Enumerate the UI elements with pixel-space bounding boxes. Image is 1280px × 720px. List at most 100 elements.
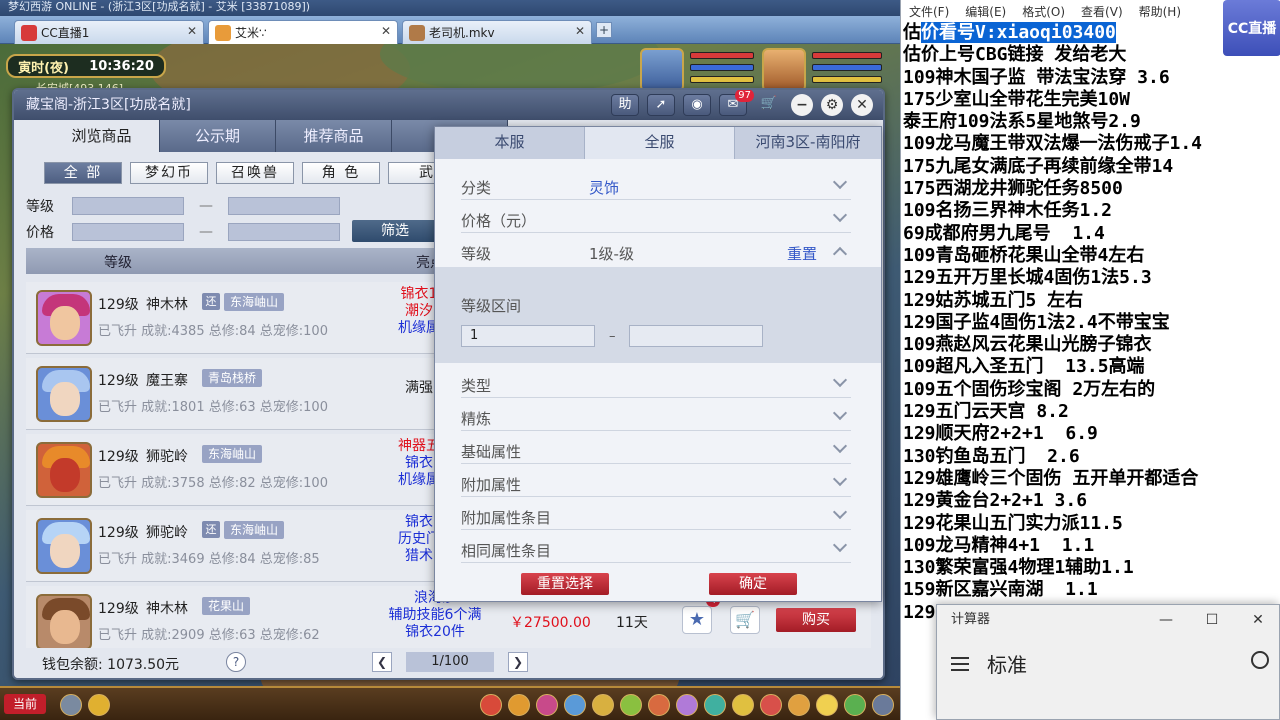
tab-browse[interactable]: 浏览商品 — [44, 120, 160, 152]
reset-selection-button[interactable]: 重置选择 — [521, 573, 609, 595]
category-pet[interactable]: 召唤兽 — [216, 162, 294, 184]
close-icon[interactable]: ✕ — [575, 24, 585, 38]
menu-icon[interactable] — [480, 694, 502, 716]
menu-icon[interactable] — [620, 694, 642, 716]
message-icon[interactable]: ✉ 97 — [719, 90, 754, 116]
filter-category[interactable]: 分类 灵饰 — [461, 167, 851, 200]
settings-icon[interactable]: ⚙ — [821, 94, 843, 116]
menu-icon[interactable] — [760, 694, 782, 716]
menu-icon[interactable] — [732, 694, 754, 716]
menu-icon[interactable] — [536, 694, 558, 716]
highlight-line: 辅助技能6个满 — [388, 607, 482, 623]
cart-icon[interactable]: 🛒 — [755, 94, 783, 116]
menu-icon[interactable] — [564, 694, 586, 716]
chevron-up-icon[interactable] — [832, 246, 848, 262]
next-page-icon[interactable]: ❯ — [508, 652, 528, 672]
filter-button[interactable]: 筛选 — [352, 220, 438, 242]
text-line: 130钓鱼岛五门 2.6 — [903, 445, 1080, 467]
category-currency[interactable]: 梦幻币 — [130, 162, 208, 184]
level-range-min-input[interactable]: 1 — [461, 325, 595, 347]
hamburger-menu-icon[interactable] — [951, 656, 969, 671]
favorite-star-icon[interactable]: ★ — [682, 606, 712, 634]
pet-portrait[interactable] — [640, 48, 684, 92]
player-portrait[interactable] — [762, 48, 806, 92]
price-min-input[interactable] — [72, 223, 184, 241]
filter-extra-attr[interactable]: 附加属性 — [461, 464, 851, 497]
prev-page-icon[interactable]: ❮ — [372, 652, 392, 672]
filter-extra-attr-count[interactable]: 附加属性条目 — [461, 497, 851, 530]
help-icon[interactable]: ? — [226, 652, 246, 672]
menu-edit[interactable]: 编辑(E) — [965, 0, 1006, 24]
buy-button[interactable]: 购买 — [776, 608, 856, 632]
minimize-icon[interactable]: — — [1143, 605, 1189, 635]
menu-icon[interactable] — [872, 694, 894, 716]
item-school: 狮驼岭 — [146, 449, 188, 465]
category-all[interactable]: 全 部 — [44, 162, 122, 184]
tab-video[interactable]: 老司机.mkv ✕ — [402, 20, 592, 44]
mp-bar — [690, 64, 754, 71]
add-tab-button[interactable]: + — [596, 22, 612, 38]
menu-format[interactable]: 格式(O) — [1022, 0, 1065, 24]
menu-help[interactable]: 帮助(H) — [1139, 0, 1181, 24]
tab-recommend[interactable]: 推荐商品 — [276, 120, 392, 152]
level-min-input[interactable] — [72, 197, 184, 215]
notepad-lines: 估价上号CBG链接 发给老大 109神木国子监 带法宝法穿 3.6 175少室山全带… — [903, 44, 1202, 624]
notepad-text[interactable]: 估价看号V:xiaoqi03400 估价上号CBG链接 发给老大 109神木国子监 … — [903, 22, 1202, 624]
tab-all-servers[interactable]: 全服 — [585, 127, 735, 159]
close-icon[interactable]: ✕ — [851, 94, 873, 116]
text-line: 109五个固伤珍宝阁 2万左右的 — [903, 378, 1156, 400]
menu-icon[interactable] — [508, 694, 530, 716]
menu-icon[interactable] — [592, 694, 614, 716]
filter-key: 等级 — [461, 245, 492, 263]
mic-icon[interactable] — [60, 694, 82, 716]
item-school: 神木林 — [146, 601, 188, 617]
filter-price[interactable]: 价格（元） — [461, 200, 851, 233]
filter-level[interactable]: 等级 1级-级 重置 — [461, 233, 851, 266]
server-badge: 东海岫山 — [224, 293, 285, 311]
menu-icon[interactable] — [704, 694, 726, 716]
tab-public[interactable]: 公示期 — [160, 120, 276, 152]
close-icon[interactable]: ✕ — [187, 24, 197, 38]
menu-icon[interactable] — [788, 694, 810, 716]
emote-icon[interactable] — [88, 694, 110, 716]
close-icon[interactable]: ✕ — [381, 24, 391, 38]
menu-icon[interactable] — [844, 694, 866, 716]
menu-icon[interactable] — [816, 694, 838, 716]
record-icon[interactable]: ◉ — [683, 94, 711, 116]
tab-region[interactable]: 河南3区-南阳府 — [735, 127, 881, 159]
close-icon[interactable]: ✕ — [1235, 605, 1280, 635]
menu-view[interactable]: 查看(V) — [1081, 0, 1123, 24]
menu-file[interactable]: 文件(F) — [909, 0, 949, 24]
category-role[interactable]: 角 色 — [302, 162, 380, 184]
level-reset-link[interactable]: 重置 — [787, 243, 817, 264]
history-icon[interactable] — [1251, 651, 1269, 669]
maximize-icon[interactable]: ☐ — [1189, 605, 1235, 635]
filter-value: 1级-级 — [589, 245, 634, 263]
help-button[interactable]: 助 — [611, 94, 639, 116]
tab-label: 老司机.mkv — [429, 26, 495, 40]
price-max-input[interactable] — [228, 223, 340, 241]
level-range-max-input[interactable] — [629, 325, 763, 347]
tab-this-server[interactable]: 本服 — [435, 127, 585, 159]
tab-cc-live[interactable]: CC直播1 ✕ — [14, 20, 204, 44]
menu-icon[interactable] — [648, 694, 670, 716]
confirm-button[interactable]: 确定 — [709, 573, 797, 595]
share-icon[interactable]: ➚ — [647, 94, 675, 116]
add-to-cart-icon[interactable]: 🛒 — [730, 606, 760, 634]
text-line: 估价看号V:xiaoqi03400 — [903, 22, 1202, 44]
filter-same-attr-count[interactable]: 相同属性条目 — [461, 530, 851, 563]
level-max-input[interactable] — [228, 197, 340, 215]
tab-amy[interactable]: 艾米∵ ✕ — [208, 20, 398, 44]
level-filter-label: 等级 — [26, 199, 54, 215]
filter-base-attr[interactable]: 基础属性 — [461, 431, 851, 464]
selected-text: 价看号V:xiaoqi03400 — [921, 22, 1116, 43]
filter-refine[interactable]: 精炼 — [461, 398, 851, 431]
item-stats: 已飞升 成就:3469 总修:84 总宠修:85 — [98, 552, 320, 567]
menu-icon[interactable] — [676, 694, 698, 716]
current-channel-button[interactable]: 当前 — [4, 694, 46, 714]
filter-type[interactable]: 类型 — [461, 365, 851, 398]
minimize-icon[interactable]: − — [791, 94, 813, 116]
avatar — [36, 594, 92, 650]
item-school: 狮驼岭 — [146, 525, 188, 541]
page-indicator[interactable]: 1/100 — [406, 652, 494, 672]
